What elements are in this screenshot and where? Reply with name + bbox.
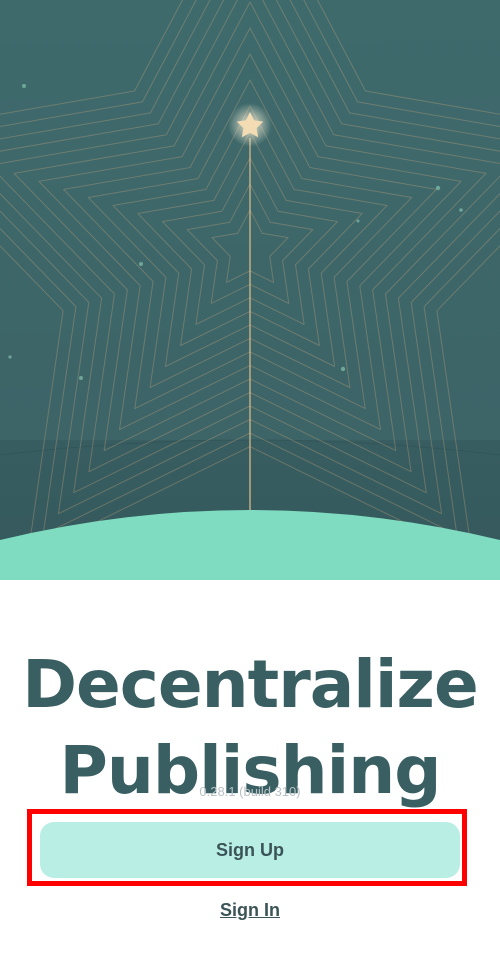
- headline-line-2: Publishing: [59, 732, 442, 810]
- hero-illustration: [0, 0, 500, 580]
- sign-in-link[interactable]: Sign In: [220, 900, 280, 920]
- headline-line-1: Decentralize: [22, 646, 478, 724]
- sign-up-button[interactable]: Sign Up: [40, 822, 460, 878]
- version-label: 0.28.1 (build 310): [199, 784, 301, 799]
- sign-in-container: Sign In: [0, 900, 500, 921]
